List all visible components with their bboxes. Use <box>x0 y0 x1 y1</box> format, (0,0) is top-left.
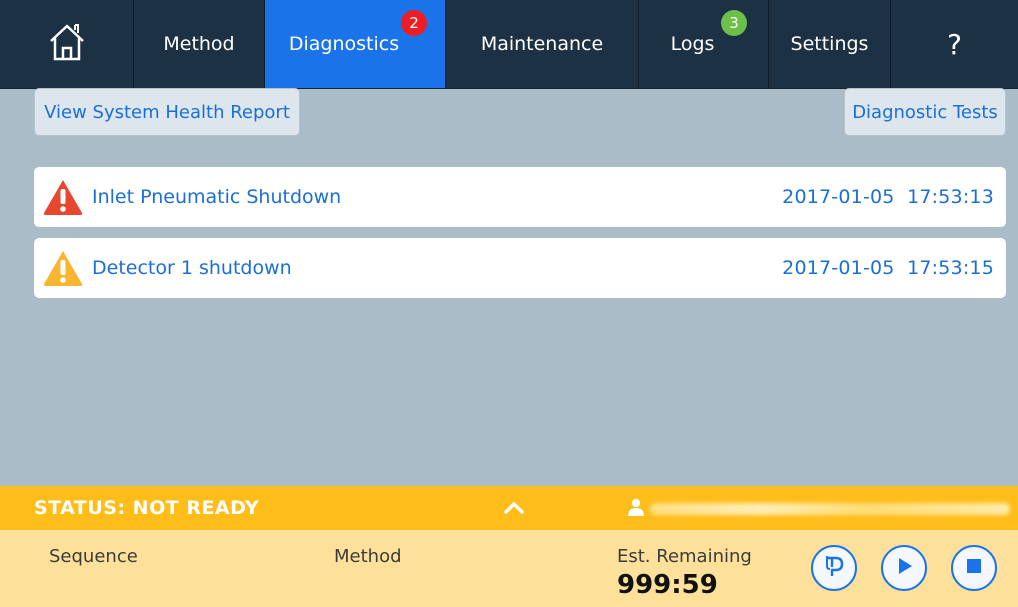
tab-label: Settings <box>790 33 869 55</box>
help-icon: ? <box>947 27 962 61</box>
button-label: Diagnostic Tests <box>852 101 998 123</box>
tab-label: Method <box>163 33 235 55</box>
home-button[interactable] <box>0 0 134 88</box>
alert-message: Detector 1 shutdown <box>92 257 292 279</box>
prep-run-button[interactable] <box>811 545 857 591</box>
method-label: Method <box>334 546 402 567</box>
top-nav: Method Diagnostics 2 Maintenance Logs 3 … <box>0 0 1018 89</box>
diagnostics-count-badge: 2 <box>401 10 427 36</box>
view-system-health-report-button[interactable]: View System Health Report <box>34 88 300 136</box>
alert-timestamp: 2017-01-05 17:53:15 <box>782 257 1006 279</box>
sequence-label: Sequence <box>49 546 138 567</box>
redacted-user-name <box>650 503 1010 515</box>
play-icon <box>893 555 915 581</box>
error-warning-icon <box>34 178 92 216</box>
tab-label: Diagnostics <box>288 33 400 55</box>
prep-run-icon <box>821 553 847 583</box>
button-label: View System Health Report <box>44 101 290 123</box>
alert-row[interactable]: Inlet Pneumatic Shutdown 2017-01-05 17:5… <box>34 167 1006 227</box>
tab-label: Logs <box>670 33 715 55</box>
run-panel: Sequence Method Est. Remaining 999:59 <box>0 530 1018 607</box>
alert-row[interactable]: Detector 1 shutdown 2017-01-05 17:53:15 <box>34 238 1006 298</box>
remaining-label: Est. Remaining <box>617 546 752 567</box>
tab-logs[interactable]: Logs 3 <box>639 0 769 88</box>
alert-time: 17:53:13 <box>907 186 994 208</box>
user-icon <box>628 498 644 520</box>
alert-timestamp: 2017-01-05 17:53:13 <box>782 186 1006 208</box>
remaining-value: 999:59 <box>617 570 718 600</box>
diagnostic-tests-button[interactable]: Diagnostic Tests <box>844 88 1006 136</box>
tab-method[interactable]: Method <box>134 0 265 88</box>
alert-date: 2017-01-05 <box>782 257 895 279</box>
warning-icon <box>34 249 92 287</box>
stop-run-button[interactable] <box>951 545 997 591</box>
logs-count-badge: 3 <box>721 10 747 36</box>
help-button[interactable]: ? <box>891 0 1018 88</box>
stop-icon <box>964 556 984 580</box>
status-bar: STATUS: NOT READY <box>0 486 1018 530</box>
status-text: STATUS: NOT READY <box>34 497 260 519</box>
alert-message: Inlet Pneumatic Shutdown <box>92 186 342 208</box>
alert-time: 17:53:15 <box>907 257 994 279</box>
tab-diagnostics[interactable]: Diagnostics 2 <box>265 0 446 88</box>
user-indicator <box>628 498 1010 520</box>
alert-date: 2017-01-05 <box>782 186 895 208</box>
home-icon <box>47 21 87 68</box>
chevron-up-icon[interactable] <box>503 499 525 519</box>
tab-label: Maintenance <box>480 33 604 55</box>
start-run-button[interactable] <box>881 545 927 591</box>
tab-maintenance[interactable]: Maintenance <box>446 0 639 88</box>
tab-settings[interactable]: Settings <box>769 0 891 88</box>
